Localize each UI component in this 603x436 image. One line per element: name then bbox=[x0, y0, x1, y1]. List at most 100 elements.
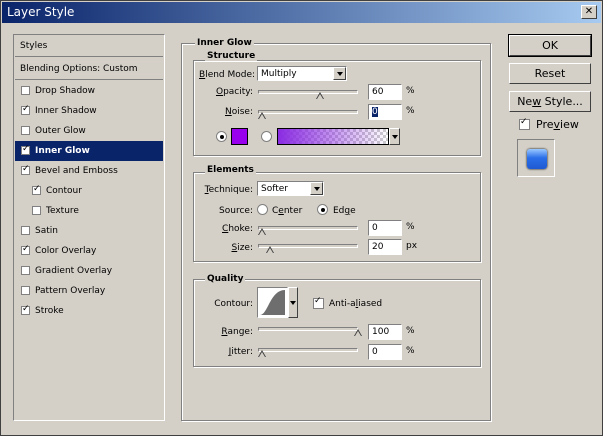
reset-button[interactable]: Reset bbox=[509, 63, 591, 84]
jitter-slider[interactable] bbox=[258, 348, 358, 352]
technique-value: Softer bbox=[261, 184, 288, 194]
style-item-checkbox[interactable] bbox=[21, 126, 30, 135]
source-edge-label: Edge bbox=[333, 206, 356, 216]
style-item-stroke[interactable]: Stroke bbox=[15, 301, 163, 321]
panel-title: Inner Glow bbox=[195, 38, 254, 48]
chevron-down-icon bbox=[310, 182, 323, 195]
style-item-checkbox[interactable] bbox=[21, 144, 30, 155]
range-slider[interactable] bbox=[258, 327, 358, 331]
style-item-checkbox[interactable] bbox=[21, 304, 30, 315]
ok-button[interactable]: OK bbox=[508, 34, 592, 57]
noise-slider[interactable] bbox=[258, 110, 358, 114]
new-style-button[interactable]: New Style... bbox=[509, 91, 591, 112]
style-item-inner-shadow[interactable]: Inner Shadow bbox=[15, 101, 163, 121]
opacity-slider[interactable] bbox=[258, 90, 358, 94]
style-item-label: Drop Shadow bbox=[35, 86, 96, 96]
style-item-checkbox[interactable] bbox=[21, 104, 30, 115]
choke-label: Choke: bbox=[222, 224, 253, 234]
style-item-label: Satin bbox=[35, 226, 58, 236]
contour-picker[interactable] bbox=[257, 287, 288, 318]
technique-label: Technique: bbox=[204, 185, 253, 195]
range-input[interactable]: 100 bbox=[368, 324, 402, 340]
opacity-unit: % bbox=[406, 86, 415, 96]
preview-thumbnail bbox=[527, 149, 547, 169]
jitter-slider-thumb[interactable] bbox=[258, 350, 266, 358]
style-item-checkbox[interactable] bbox=[21, 286, 30, 295]
blending-options-item[interactable]: Blending Options: Custom bbox=[15, 58, 163, 80]
size-input[interactable]: 20 bbox=[368, 239, 402, 255]
layer-style-dialog: Layer Style ✕ Styles Blending Options: C… bbox=[0, 0, 603, 436]
style-item-checkbox[interactable] bbox=[21, 86, 30, 95]
opacity-slider-thumb[interactable] bbox=[315, 92, 324, 100]
opacity-label: Opacity: bbox=[215, 87, 253, 97]
style-item-checkbox[interactable] bbox=[21, 226, 30, 235]
noise-unit: % bbox=[406, 106, 415, 116]
noise-label: Noise: bbox=[225, 107, 253, 117]
close-icon[interactable]: ✕ bbox=[581, 5, 597, 19]
style-item-checkbox[interactable] bbox=[21, 244, 30, 255]
chevron-down-icon bbox=[392, 135, 398, 139]
blend-mode-select[interactable]: Multiply bbox=[257, 66, 347, 81]
quality-title: Quality bbox=[205, 274, 246, 284]
glow-gradient-picker[interactable] bbox=[277, 128, 389, 145]
style-item-texture[interactable]: Texture bbox=[15, 201, 163, 221]
source-edge-radio[interactable] bbox=[317, 204, 328, 215]
style-item-pattern-overlay[interactable]: Pattern Overlay bbox=[15, 281, 163, 301]
preview-label: Preview bbox=[536, 118, 579, 131]
jitter-unit: % bbox=[406, 346, 415, 356]
style-item-outer-glow[interactable]: Outer Glow bbox=[15, 121, 163, 141]
preview-checkbox[interactable] bbox=[519, 117, 530, 130]
noise-input[interactable]: 0 bbox=[368, 104, 402, 120]
style-item-bevel-and-emboss[interactable]: Bevel and Emboss bbox=[15, 161, 163, 181]
blending-options-label: Blending Options: Custom bbox=[20, 64, 138, 74]
style-item-contour[interactable]: Contour bbox=[15, 181, 163, 201]
elements-title: Elements bbox=[205, 165, 256, 175]
technique-select[interactable]: Softer bbox=[257, 181, 324, 196]
choke-slider[interactable] bbox=[258, 226, 358, 230]
style-item-drop-shadow[interactable]: Drop Shadow bbox=[15, 81, 163, 101]
range-slider-thumb[interactable] bbox=[354, 329, 362, 337]
range-label: Range: bbox=[221, 327, 253, 337]
style-item-label: Stroke bbox=[35, 306, 64, 316]
jitter-input[interactable]: 0 bbox=[368, 344, 402, 360]
contour-curve-icon bbox=[260, 290, 285, 315]
contour-label: Contour: bbox=[214, 299, 253, 309]
source-center-radio[interactable] bbox=[257, 204, 268, 215]
style-item-label: Bevel and Emboss bbox=[35, 166, 118, 176]
anti-aliased-checkbox[interactable] bbox=[313, 296, 324, 309]
jitter-label: Jitter: bbox=[228, 347, 253, 357]
style-item-checkbox[interactable] bbox=[21, 266, 30, 275]
blend-mode-value: Multiply bbox=[261, 69, 297, 79]
styles-header[interactable]: Styles bbox=[15, 35, 163, 57]
style-item-color-overlay[interactable]: Color Overlay bbox=[15, 241, 163, 261]
style-item-checkbox[interactable] bbox=[32, 184, 41, 195]
style-item-label: Pattern Overlay bbox=[35, 286, 106, 296]
title-bar[interactable]: Layer Style ✕ bbox=[2, 2, 601, 23]
gradient-dropdown-button[interactable] bbox=[389, 128, 400, 145]
style-item-checkbox[interactable] bbox=[32, 206, 41, 215]
style-item-label: Texture bbox=[46, 206, 79, 216]
contour-dropdown-button[interactable] bbox=[288, 287, 298, 318]
style-item-label: Inner Shadow bbox=[35, 106, 97, 116]
style-item-satin[interactable]: Satin bbox=[15, 221, 163, 241]
source-label: Source: bbox=[219, 206, 253, 216]
glow-color-swatch[interactable] bbox=[231, 128, 248, 145]
range-unit: % bbox=[406, 326, 415, 336]
chevron-down-icon bbox=[290, 301, 296, 305]
choke-input[interactable]: 0 bbox=[368, 220, 402, 236]
choke-slider-thumb[interactable] bbox=[258, 228, 266, 236]
style-item-label: Color Overlay bbox=[35, 246, 97, 256]
size-slider-thumb[interactable] bbox=[265, 246, 274, 254]
anti-aliased-label: Anti-aliased bbox=[329, 299, 383, 309]
opacity-input[interactable]: 60 bbox=[368, 84, 402, 100]
style-preview bbox=[517, 139, 555, 177]
solid-color-radio[interactable] bbox=[216, 131, 227, 142]
source-center-label: Center bbox=[272, 206, 303, 216]
gradient-radio[interactable] bbox=[261, 131, 272, 142]
style-item-gradient-overlay[interactable]: Gradient Overlay bbox=[15, 261, 163, 281]
window-title: Layer Style bbox=[7, 5, 75, 19]
style-item-label: Contour bbox=[46, 186, 82, 196]
noise-slider-thumb[interactable] bbox=[258, 112, 266, 120]
style-item-checkbox[interactable] bbox=[21, 164, 30, 175]
style-item-inner-glow[interactable]: Inner Glow bbox=[15, 141, 163, 161]
